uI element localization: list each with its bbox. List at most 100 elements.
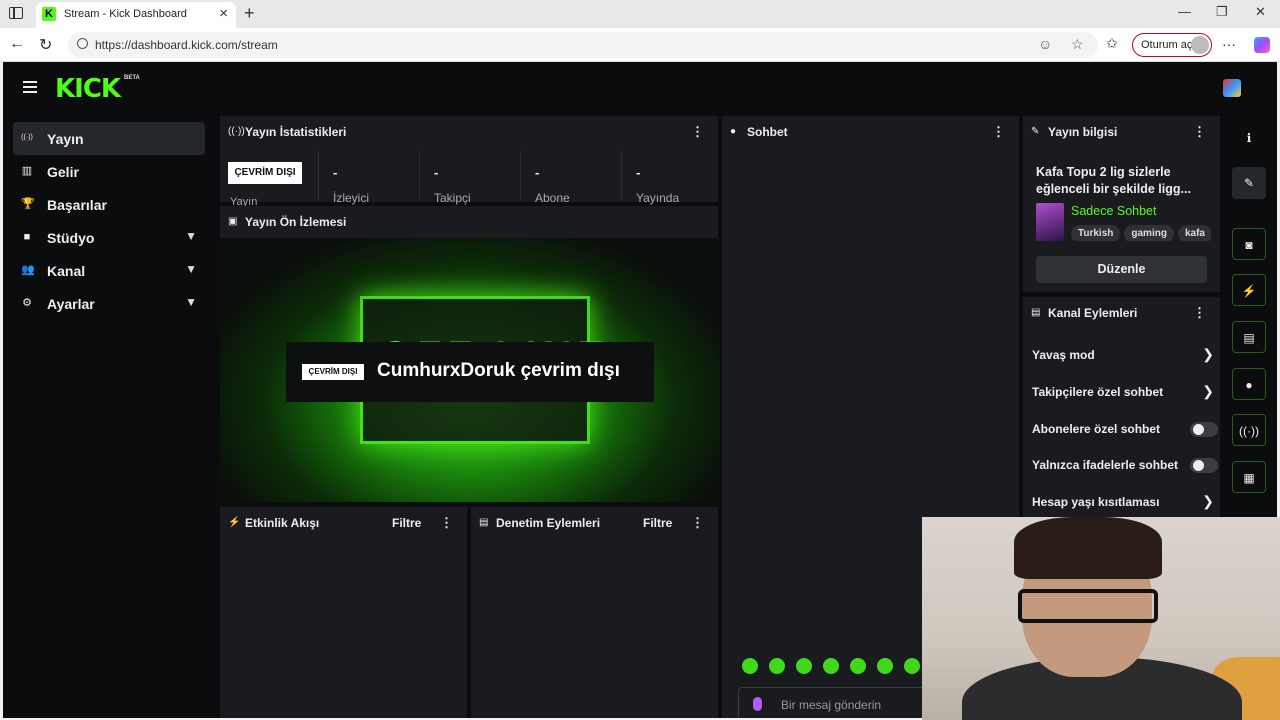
signin-button[interactable]: Oturum aç bbox=[1132, 33, 1212, 57]
user-avatar[interactable] bbox=[1223, 79, 1241, 97]
browser-tab[interactable]: K Stream - Kick Dashboard × bbox=[36, 2, 236, 28]
channel-action-row[interactable]: Yavaş mod ❯ bbox=[1032, 345, 1214, 365]
webcam-person-glasses bbox=[1018, 589, 1158, 623]
maximize-icon[interactable]: ❐ bbox=[1216, 4, 1228, 20]
layout-icon[interactable]: ▦ bbox=[1232, 461, 1266, 493]
chart-icon: ▥ bbox=[21, 165, 33, 177]
kebab-menu-icon[interactable]: ⋮ bbox=[1193, 124, 1206, 140]
chevron-down-icon[interactable]: ▼ bbox=[185, 262, 197, 276]
chevron-right-icon[interactable]: ❯ bbox=[1202, 346, 1214, 363]
url-field[interactable]: https://dashboard.kick.com/stream ☺ ☆ bbox=[68, 32, 1098, 58]
back-icon[interactable]: ← bbox=[9, 35, 25, 53]
tag-chip[interactable]: gaming bbox=[1124, 225, 1174, 241]
channel-action-row[interactable]: Yalnızca ifadelerle sohbet bbox=[1032, 455, 1218, 475]
pencil-icon[interactable]: ✎ bbox=[1232, 167, 1266, 199]
edit-button[interactable]: Düzenle bbox=[1036, 256, 1207, 283]
sidebar-item[interactable]: ▥ Gelir bbox=[13, 155, 205, 188]
kebab-menu-icon[interactable]: ⋮ bbox=[1193, 305, 1206, 321]
sidebar-item[interactable]: ⚙ Ayarlar ▼ bbox=[13, 287, 205, 320]
sidebar-item[interactable]: 👥 Kanal ▼ bbox=[13, 254, 205, 287]
status-badge: ÇEVRİM DIŞI bbox=[228, 162, 302, 184]
kick-favicon-icon: K bbox=[42, 7, 56, 21]
site-info-icon[interactable] bbox=[77, 38, 88, 49]
emote-icon[interactable] bbox=[796, 658, 812, 674]
chat-icon: ● bbox=[730, 126, 737, 137]
close-window-icon[interactable]: ✕ bbox=[1255, 4, 1266, 20]
toggle-switch[interactable] bbox=[1190, 458, 1218, 474]
kebab-menu-icon[interactable]: ⋮ bbox=[691, 515, 704, 531]
microphone-icon[interactable] bbox=[753, 697, 762, 711]
panel-header: ✎ Yayın bilgisi ⋮ bbox=[1023, 116, 1220, 148]
channel-action-row[interactable]: Hesap yaşı kısıtlaması ❯ bbox=[1032, 492, 1214, 512]
channel-action-row[interactable]: Abonelere özel sohbet bbox=[1032, 419, 1218, 439]
profile-avatar bbox=[1191, 36, 1209, 54]
tag-chip[interactable]: kafa bbox=[1177, 225, 1211, 241]
category-link[interactable]: Sadece Sohbet bbox=[1071, 204, 1157, 218]
camera-icon[interactable]: ◙ bbox=[1232, 228, 1266, 260]
filter-button[interactable]: Filtre bbox=[392, 516, 421, 530]
url-text[interactable]: https://dashboard.kick.com/stream bbox=[95, 38, 278, 52]
gear-icon: ⚙ bbox=[22, 297, 32, 309]
sidebar-item-label: Kanal bbox=[47, 263, 86, 279]
note-icon[interactable]: ▤ bbox=[1232, 321, 1266, 353]
emote-icon[interactable] bbox=[769, 658, 785, 674]
chevron-down-icon[interactable]: ▼ bbox=[185, 295, 197, 309]
favorite-star-icon[interactable]: ☆ bbox=[1071, 36, 1084, 53]
video-icon: ■ bbox=[23, 231, 31, 243]
sidebar-item[interactable]: ((·)) Yayın bbox=[13, 122, 205, 155]
favorites-icon[interactable]: ✩ bbox=[1106, 35, 1118, 52]
sidebar-item[interactable]: 🏆 Başarılar bbox=[13, 188, 205, 221]
close-tab-icon[interactable]: × bbox=[219, 5, 228, 22]
minimize-icon[interactable]: — bbox=[1178, 4, 1191, 19]
emote-icon[interactable] bbox=[904, 658, 920, 674]
more-icon[interactable]: ··· bbox=[1222, 36, 1236, 52]
kebab-menu-icon[interactable]: ⋮ bbox=[992, 124, 1005, 140]
panel-title: Yayın Ön İzlemesi bbox=[245, 215, 347, 229]
filter-button[interactable]: Filtre bbox=[643, 516, 672, 530]
toggle-switch[interactable] bbox=[1190, 421, 1218, 437]
stream-info-panel: ✎ Yayın bilgisi ⋮ Kafa Topu 2 lig sizler… bbox=[1023, 116, 1220, 292]
users-icon: 👥 bbox=[21, 264, 35, 276]
chevron-right-icon[interactable]: ❯ bbox=[1202, 493, 1214, 510]
bolt-icon[interactable]: ⚡ bbox=[1232, 274, 1266, 306]
stream-stats-panel: ((·)) Yayın İstatistikleri ⋮ ÇEVRİM DIŞI… bbox=[220, 116, 718, 208]
stream-preview-panel: ▣ Yayın Ön İzlemesi OFF LINE ÇEVRİM DIŞI… bbox=[220, 206, 720, 502]
copilot-icon[interactable] bbox=[1254, 37, 1270, 53]
top-bar: KICK BETA bbox=[3, 62, 1277, 112]
stream-preview[interactable]: OFF LINE ÇEVRİM DIŞI CumhurxDoruk çevrim… bbox=[220, 238, 720, 502]
reload-icon[interactable]: ↻ bbox=[39, 35, 52, 55]
sidebar-item[interactable]: ■ Stüdyo ▼ bbox=[13, 221, 205, 254]
tab-title: Stream - Kick Dashboard bbox=[64, 8, 187, 20]
sidebar-item-label: Stüdyo bbox=[47, 230, 95, 246]
tag-list: Turkish gaming kafa bbox=[1071, 223, 1211, 241]
stream-title: Kafa Topu 2 lig sizlerle eğlenceli bir ş… bbox=[1036, 165, 1191, 196]
broadcast-icon[interactable]: ((·)) bbox=[1232, 414, 1266, 446]
offline-overlay: ÇEVRİM DIŞI CumhurxDoruk çevrim dışı bbox=[286, 342, 654, 402]
bolt-icon: ⚡ bbox=[228, 517, 241, 528]
webcam-person-hair bbox=[1014, 517, 1162, 579]
panel-header: ((·)) Yayın İstatistikleri ⋮ bbox=[220, 116, 718, 148]
emote-icon[interactable] bbox=[850, 658, 866, 674]
window-menu-icon[interactable] bbox=[9, 7, 23, 19]
channel-action-label: Yavaş mod bbox=[1032, 348, 1095, 362]
tag-chip[interactable]: Turkish bbox=[1071, 225, 1121, 241]
menu-icon[interactable] bbox=[23, 81, 37, 93]
new-tab-icon[interactable]: + bbox=[244, 3, 255, 24]
channel-action-label: Takipçilere özel sohbet bbox=[1032, 384, 1164, 399]
emote-icon[interactable] bbox=[823, 658, 839, 674]
stat-cell: - Takipçi bbox=[419, 151, 519, 205]
sidebar-item-label: Gelir bbox=[47, 164, 79, 180]
chevron-right-icon[interactable]: ❯ bbox=[1202, 383, 1214, 400]
kebab-menu-icon[interactable]: ⋮ bbox=[691, 124, 704, 140]
emote-icon[interactable] bbox=[877, 658, 893, 674]
channel-action-row[interactable]: Takipçilere özel sohbet ❯ bbox=[1032, 382, 1214, 402]
reader-icon[interactable]: ☺ bbox=[1038, 36, 1052, 52]
chevron-down-icon[interactable]: ▼ bbox=[185, 229, 197, 243]
panel-header: ● Sohbet ⋮ bbox=[722, 116, 1019, 148]
kick-logo[interactable]: KICK bbox=[55, 74, 121, 104]
chat-icon[interactable]: ● bbox=[1232, 368, 1266, 400]
kebab-menu-icon[interactable]: ⋮ bbox=[440, 515, 453, 531]
stat-value: - bbox=[636, 165, 641, 180]
info-icon[interactable]: ℹ bbox=[1232, 122, 1266, 154]
emote-icon[interactable] bbox=[742, 658, 758, 674]
